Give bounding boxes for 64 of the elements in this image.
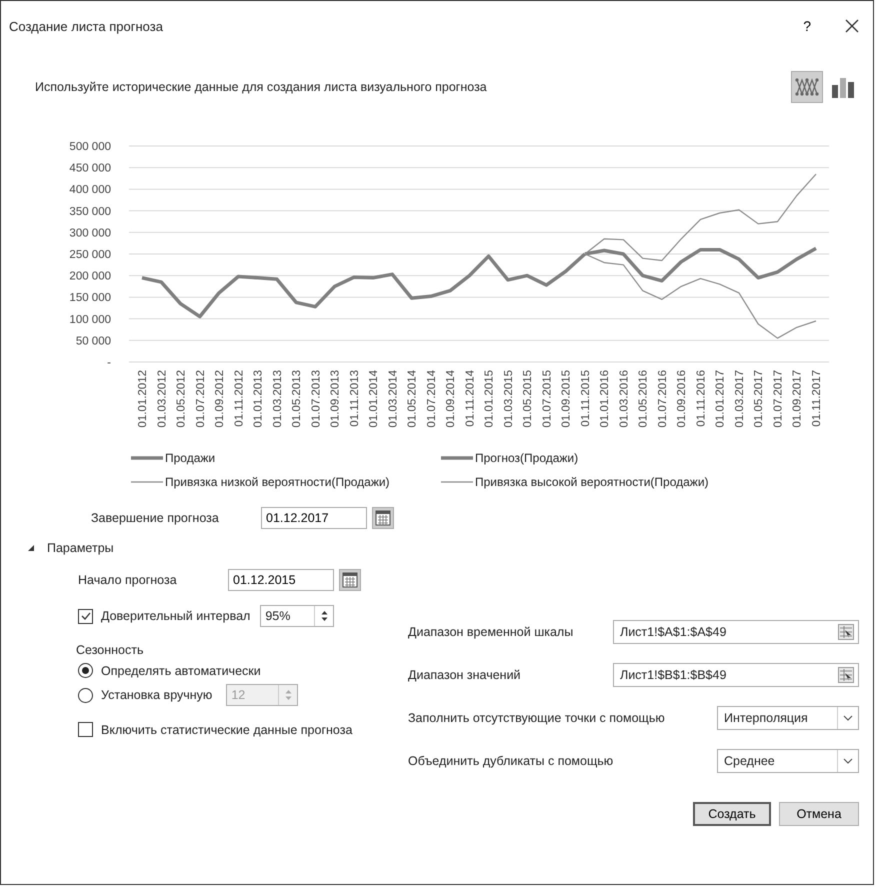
x-axis-label: 01.11.2017 bbox=[811, 370, 823, 427]
x-axis-label: 01.01.2016 bbox=[599, 370, 612, 428]
x-axis-label: 01.05.2014 bbox=[406, 370, 419, 428]
x-axis-label: 01.07.2013 bbox=[310, 370, 322, 428]
y-axis-label: 450 000 bbox=[69, 162, 111, 175]
y-axis-label: 300 000 bbox=[69, 227, 111, 240]
x-axis-label: 01.03.2015 bbox=[502, 370, 515, 428]
x-axis-label: 01.07.2014 bbox=[426, 370, 438, 428]
x-axis-label: 01.05.2016 bbox=[638, 370, 650, 428]
x-axis-label: 01.01.2012 bbox=[137, 370, 149, 428]
x-axis-label: 01.07.2015 bbox=[541, 370, 554, 428]
legend-label: Прогноз(Продажи) bbox=[475, 451, 578, 465]
field-label: Диапазон значений bbox=[408, 668, 521, 682]
x-axis-label: 01.09.2012 bbox=[214, 370, 226, 428]
y-axis-label: 250 000 bbox=[69, 249, 111, 261]
x-axis-label: 01.03.2013 bbox=[272, 370, 284, 428]
x-axis-label: 01.09.2016 bbox=[676, 370, 688, 428]
x-axis-label: 01.05.2013 bbox=[291, 370, 304, 428]
x-axis-label: 01.05.2012 bbox=[176, 370, 188, 428]
y-axis-label: 100 000 bbox=[69, 314, 111, 326]
x-axis-label: 01.03.2016 bbox=[618, 370, 630, 428]
window-title: Создание листа прогноза bbox=[9, 18, 164, 34]
x-axis-label: 01.07.2016 bbox=[656, 370, 669, 428]
x-axis-label: 01.09.2014 bbox=[445, 370, 458, 428]
x-axis-label: 01.01.2014 bbox=[368, 370, 380, 428]
x-axis-label: 01.11.2013 bbox=[348, 370, 361, 427]
x-axis-label: 01.09.2013 bbox=[330, 370, 342, 428]
checkbox-label: Включить статистические данные прогноза bbox=[101, 722, 352, 736]
y-axis-label: 200 000 bbox=[69, 270, 111, 283]
checkbox-label: Доверительный интервал bbox=[101, 609, 250, 623]
x-axis-label: 01.09.2017 bbox=[792, 370, 804, 428]
x-axis-label: 01.11.2015 bbox=[580, 370, 592, 427]
y-axis-label: 50 000 bbox=[76, 335, 111, 348]
field-label: Диапазон временной шкалы bbox=[408, 625, 574, 639]
x-axis-label: 01.05.2017 bbox=[753, 370, 766, 428]
x-axis-label: 01.01.2013 bbox=[252, 370, 265, 428]
x-axis-label: 01.03.2012 bbox=[156, 370, 168, 428]
y-axis-label: 150 000 bbox=[69, 292, 111, 304]
x-axis-label: 01.01.2017 bbox=[714, 370, 727, 428]
x-axis-label: 01.05.2015 bbox=[522, 370, 534, 428]
description-text: Используйте исторические данные для создания листа визуального прогноза bbox=[35, 80, 488, 94]
x-axis-label: 01.07.2017 bbox=[772, 370, 784, 428]
x-axis-label: 01.07.2012 bbox=[194, 370, 207, 428]
field-label: Начало прогноза bbox=[78, 573, 178, 587]
field-label: Завершение прогноза bbox=[91, 511, 220, 525]
x-axis-label: 01.11.2014 bbox=[464, 370, 476, 427]
y-axis-label: 400 000 bbox=[69, 184, 111, 196]
legend-label: Продажи bbox=[165, 451, 216, 465]
y-axis-label: 500 000 bbox=[69, 141, 111, 153]
x-axis-label: 01.03.2017 bbox=[734, 370, 746, 428]
x-axis-label: 01.03.2014 bbox=[387, 370, 400, 428]
x-axis-label: 01.11.2016 bbox=[695, 370, 708, 427]
field-label: Объединить дубликаты с помощью bbox=[408, 754, 614, 768]
y-axis-label: - bbox=[107, 357, 111, 369]
x-axis-label: 01.01.2015 bbox=[484, 370, 496, 428]
group-label: Сезонность bbox=[76, 643, 144, 657]
radio-label: Установка вручную bbox=[101, 688, 212, 702]
field-label: Заполнить отсутствующие точки с помощью bbox=[408, 711, 665, 725]
legend-label: Привязка высокой вероятности(Продажи) bbox=[475, 475, 709, 489]
x-axis-label: 01.09.2015 bbox=[560, 370, 573, 428]
legend-label: Привязка низкой вероятности(Продажи) bbox=[165, 475, 390, 489]
y-axis-label: 350 000 bbox=[69, 206, 111, 218]
radio-label: Определять автоматически bbox=[101, 664, 261, 678]
x-axis-label: 01.11.2012 bbox=[233, 370, 246, 427]
